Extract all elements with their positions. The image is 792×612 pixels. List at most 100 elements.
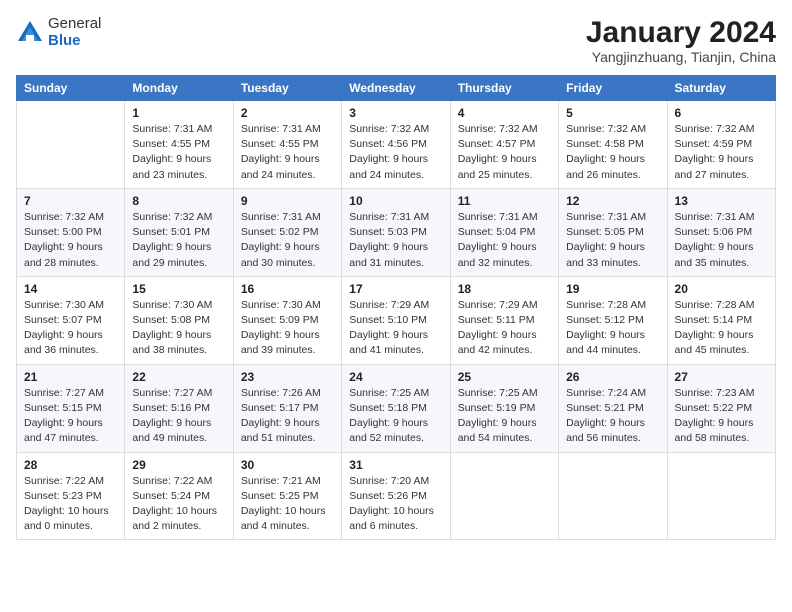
- day-info: Sunrise: 7:31 AM Sunset: 5:02 PM Dayligh…: [241, 210, 334, 271]
- calendar-cell: [450, 452, 558, 540]
- calendar: Sunday Monday Tuesday Wednesday Thursday…: [16, 75, 776, 540]
- day-info: Sunrise: 7:22 AM Sunset: 5:23 PM Dayligh…: [24, 474, 117, 535]
- day-number: 17: [349, 282, 442, 296]
- calendar-cell: 15 Sunrise: 7:30 AM Sunset: 5:08 PM Dayli…: [125, 276, 233, 364]
- day-info: Sunrise: 7:31 AM Sunset: 5:03 PM Dayligh…: [349, 210, 442, 271]
- day-info: Sunrise: 7:24 AM Sunset: 5:21 PM Dayligh…: [566, 386, 659, 447]
- day-info: Sunrise: 7:32 AM Sunset: 4:56 PM Dayligh…: [349, 122, 442, 183]
- header-monday: Monday: [125, 76, 233, 101]
- calendar-cell: 12Sunrise: 7:31 AM Sunset: 5:05 PM Dayli…: [559, 188, 667, 276]
- calendar-cell: 29 Sunrise: 7:22 AM Sunset: 5:24 PM Dayli…: [125, 452, 233, 540]
- day-number: 12: [566, 194, 659, 208]
- day-number: 6: [675, 106, 768, 120]
- day-number: 21: [24, 370, 117, 384]
- calendar-week-1: 1 Sunrise: 7:31 AM Sunset: 4:55 PM Daylig…: [17, 101, 776, 189]
- calendar-cell: 8 Sunrise: 7:32 AM Sunset: 5:01 PM Daylig…: [125, 188, 233, 276]
- calendar-cell: 25 Sunrise: 7:25 AM Sunset: 5:19 PM Dayli…: [450, 364, 558, 452]
- day-number: 23: [241, 370, 334, 384]
- calendar-cell: 4 Sunrise: 7:32 AM Sunset: 4:57 PM Daylig…: [450, 101, 558, 189]
- header-tuesday: Tuesday: [233, 76, 341, 101]
- calendar-cell: 13 Sunrise: 7:31 AM Sunset: 5:06 PM Dayli…: [667, 188, 775, 276]
- day-number: 25: [458, 370, 551, 384]
- day-info: Sunrise: 7:21 AM Sunset: 5:25 PM Dayligh…: [241, 474, 334, 535]
- day-info: Sunrise: 7:32 AM Sunset: 5:00 PM Dayligh…: [24, 210, 117, 271]
- day-info: Sunrise: 7:31 AM Sunset: 4:55 PM Dayligh…: [132, 122, 225, 183]
- day-number: 15: [132, 282, 225, 296]
- day-info: Sunrise: 7:27 AM Sunset: 5:16 PM Dayligh…: [132, 386, 225, 447]
- day-number: 31: [349, 458, 442, 472]
- day-number: 27: [675, 370, 768, 384]
- calendar-cell: 31 Sunrise: 7:20 AM Sunset: 5:26 PM Dayli…: [342, 452, 450, 540]
- day-info: Sunrise: 7:25 AM Sunset: 5:19 PM Dayligh…: [458, 386, 551, 447]
- calendar-week-4: 21 Sunrise: 7:27 AM Sunset: 5:15 PM Dayli…: [17, 364, 776, 452]
- logo-blue-text: Blue: [48, 33, 101, 50]
- day-info: Sunrise: 7:22 AM Sunset: 5:24 PM Dayligh…: [132, 474, 225, 535]
- day-number: 16: [241, 282, 334, 296]
- day-number: 2: [241, 106, 334, 120]
- day-number: 7: [24, 194, 117, 208]
- day-number: 11: [458, 194, 551, 208]
- header-thursday: Thursday: [450, 76, 558, 101]
- day-info: Sunrise: 7:31 AM Sunset: 5:06 PM Dayligh…: [675, 210, 768, 271]
- calendar-cell: 1 Sunrise: 7:31 AM Sunset: 4:55 PM Daylig…: [125, 101, 233, 189]
- calendar-cell: 24Sunrise: 7:25 AM Sunset: 5:18 PM Dayli…: [342, 364, 450, 452]
- day-info: Sunrise: 7:20 AM Sunset: 5:26 PM Dayligh…: [349, 474, 442, 535]
- day-info: Sunrise: 7:28 AM Sunset: 5:14 PM Dayligh…: [675, 298, 768, 359]
- day-info: Sunrise: 7:32 AM Sunset: 5:01 PM Dayligh…: [132, 210, 225, 271]
- calendar-cell: 26 Sunrise: 7:24 AM Sunset: 5:21 PM Dayli…: [559, 364, 667, 452]
- day-number: 28: [24, 458, 117, 472]
- calendar-cell: 18Sunrise: 7:29 AM Sunset: 5:11 PM Dayli…: [450, 276, 558, 364]
- calendar-cell: 3 Sunrise: 7:32 AM Sunset: 4:56 PM Daylig…: [342, 101, 450, 189]
- day-info: Sunrise: 7:30 AM Sunset: 5:07 PM Dayligh…: [24, 298, 117, 359]
- logo-general-text: General: [48, 16, 101, 33]
- day-info: Sunrise: 7:30 AM Sunset: 5:09 PM Dayligh…: [241, 298, 334, 359]
- day-info: Sunrise: 7:27 AM Sunset: 5:15 PM Dayligh…: [24, 386, 117, 447]
- header-saturday: Saturday: [667, 76, 775, 101]
- calendar-cell: 2Sunrise: 7:31 AM Sunset: 4:55 PM Daylig…: [233, 101, 341, 189]
- calendar-cell: 30 Sunrise: 7:21 AM Sunset: 5:25 PM Dayli…: [233, 452, 341, 540]
- day-info: Sunrise: 7:32 AM Sunset: 4:59 PM Dayligh…: [675, 122, 768, 183]
- day-number: 30: [241, 458, 334, 472]
- calendar-cell: 11Sunrise: 7:31 AM Sunset: 5:04 PM Dayli…: [450, 188, 558, 276]
- day-number: 3: [349, 106, 442, 120]
- day-number: 29: [132, 458, 225, 472]
- day-number: 26: [566, 370, 659, 384]
- calendar-cell: 21 Sunrise: 7:27 AM Sunset: 5:15 PM Dayli…: [17, 364, 125, 452]
- calendar-week-5: 28 Sunrise: 7:22 AM Sunset: 5:23 PM Dayli…: [17, 452, 776, 540]
- calendar-week-2: 7 Sunrise: 7:32 AM Sunset: 5:00 PM Daylig…: [17, 188, 776, 276]
- day-info: Sunrise: 7:32 AM Sunset: 4:57 PM Dayligh…: [458, 122, 551, 183]
- calendar-cell: 23 Sunrise: 7:26 AM Sunset: 5:17 PM Dayli…: [233, 364, 341, 452]
- day-number: 18: [458, 282, 551, 296]
- page-header: General Blue January 2024 Yangjinzhuang,…: [16, 16, 776, 65]
- day-number: 20: [675, 282, 768, 296]
- day-number: 8: [132, 194, 225, 208]
- day-number: 4: [458, 106, 551, 120]
- day-info: Sunrise: 7:32 AM Sunset: 4:58 PM Dayligh…: [566, 122, 659, 183]
- logo-icon: [16, 19, 44, 47]
- day-number: 14: [24, 282, 117, 296]
- calendar-cell: 28 Sunrise: 7:22 AM Sunset: 5:23 PM Dayli…: [17, 452, 125, 540]
- day-info: Sunrise: 7:26 AM Sunset: 5:17 PM Dayligh…: [241, 386, 334, 447]
- calendar-cell: 7 Sunrise: 7:32 AM Sunset: 5:00 PM Daylig…: [17, 188, 125, 276]
- calendar-cell: [17, 101, 125, 189]
- calendar-cell: [559, 452, 667, 540]
- day-number: 5: [566, 106, 659, 120]
- calendar-cell: 14 Sunrise: 7:30 AM Sunset: 5:07 PM Dayli…: [17, 276, 125, 364]
- day-number: 9: [241, 194, 334, 208]
- calendar-cell: [667, 452, 775, 540]
- calendar-cell: 20 Sunrise: 7:28 AM Sunset: 5:14 PM Dayli…: [667, 276, 775, 364]
- logo: General Blue: [16, 16, 101, 49]
- calendar-cell: 27Sunrise: 7:23 AM Sunset: 5:22 PM Dayli…: [667, 364, 775, 452]
- calendar-cell: 22Sunrise: 7:27 AM Sunset: 5:16 PM Dayli…: [125, 364, 233, 452]
- calendar-cell: 9 Sunrise: 7:31 AM Sunset: 5:02 PM Daylig…: [233, 188, 341, 276]
- month-title: January 2024: [586, 16, 776, 49]
- day-number: 13: [675, 194, 768, 208]
- day-number: 24: [349, 370, 442, 384]
- title-section: January 2024 Yangjinzhuang, Tianjin, Chi…: [586, 16, 776, 65]
- header-friday: Friday: [559, 76, 667, 101]
- day-info: Sunrise: 7:30 AM Sunset: 5:08 PM Dayligh…: [132, 298, 225, 359]
- day-number: 19: [566, 282, 659, 296]
- day-number: 1: [132, 106, 225, 120]
- calendar-cell: 17Sunrise: 7:29 AM Sunset: 5:10 PM Dayli…: [342, 276, 450, 364]
- day-info: Sunrise: 7:28 AM Sunset: 5:12 PM Dayligh…: [566, 298, 659, 359]
